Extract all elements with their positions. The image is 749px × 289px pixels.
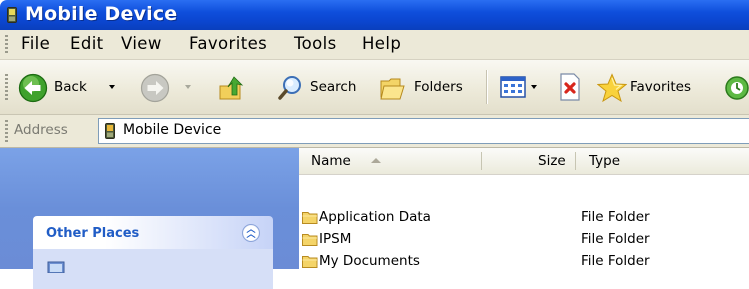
forward-dropdown-icon[interactable] [185,85,191,89]
other-places-body [33,249,273,289]
search-button[interactable]: Search [272,60,366,114]
menubar-grip[interactable] [5,35,8,55]
folder-icon [302,256,318,268]
delete-button[interactable] [556,60,586,114]
toolbar-grip[interactable] [5,74,8,100]
address-label: Address [14,122,68,138]
column-name[interactable]: Name [311,153,351,169]
forward-button[interactable] [136,60,206,114]
views-button[interactable] [496,60,548,114]
search-icon [278,76,301,100]
collapse-chevron-icon[interactable]: ︿ ︿ [242,224,260,242]
favorites-button[interactable]: Favorites [593,60,718,114]
file-type: File Folder [581,253,650,269]
menu-tools[interactable]: Tools [294,34,337,53]
other-places-panel: Other Places ︿ ︿ [33,216,273,289]
list-item[interactable]: My Documents File Folder [299,252,749,272]
other-places-title: Other Places [46,226,140,241]
favorites-label: Favorites [630,79,691,95]
column-headers: Name Size Type [299,148,749,175]
file-list: Name Size Type Application Data File Fol… [299,148,749,269]
column-type[interactable]: Type [589,153,620,169]
menu-help[interactable]: Help [362,34,401,53]
addressbar-grip[interactable] [5,120,8,142]
delete-icon [560,73,580,101]
history-icon [725,76,749,100]
column-divider[interactable] [575,152,576,170]
up-folder-icon [219,76,244,100]
menu-favorites[interactable]: Favorites [189,34,267,53]
address-bar: Address Mobile Device [0,115,749,148]
window-title: Mobile Device [25,3,178,25]
title-bar[interactable]: Mobile Device [0,0,749,30]
folders-label: Folders [414,79,463,95]
file-name: IPSM [319,231,352,247]
column-size[interactable]: Size [538,153,566,169]
back-label: Back [54,79,87,95]
views-icon [500,76,526,98]
folders-icon [380,78,405,100]
menu-edit[interactable]: Edit [70,34,104,53]
back-arrow-icon [18,73,48,103]
task-pane: Other Places ︿ ︿ [0,148,299,289]
standard-toolbar: Back Search Folders Favorites [0,60,749,115]
views-dropdown-icon[interactable] [531,85,537,89]
toolbar-separator [486,70,488,104]
list-item[interactable]: Application Data File Folder [299,208,749,228]
folder-icon [302,212,318,224]
back-button[interactable]: Back [14,60,124,114]
my-computer-icon [47,261,65,273]
folders-button[interactable]: Folders [374,60,474,114]
file-name: My Documents [319,253,420,269]
mobile-device-icon [105,123,115,139]
folder-icon [302,234,318,246]
history-button[interactable] [722,60,749,114]
address-field[interactable]: Mobile Device [98,118,749,144]
forward-arrow-icon [140,73,170,103]
sort-ascending-icon [371,158,381,163]
menu-view[interactable]: View [121,34,162,53]
menu-file[interactable]: File [21,34,50,53]
address-value: Mobile Device [123,122,222,138]
column-divider[interactable] [481,152,482,170]
other-places-header[interactable]: Other Places ︿ ︿ [33,216,273,249]
up-folder-button[interactable] [212,60,252,114]
list-item[interactable]: IPSM File Folder [299,230,749,250]
search-label: Search [310,79,357,95]
file-type: File Folder [581,209,650,225]
menu-bar: File Edit View Favorites Tools Help [0,30,749,60]
file-name: Application Data [319,209,431,225]
favorites-star-icon [597,73,627,103]
back-dropdown-icon[interactable] [109,85,115,89]
mobile-device-icon [7,7,17,23]
file-type: File Folder [581,231,650,247]
